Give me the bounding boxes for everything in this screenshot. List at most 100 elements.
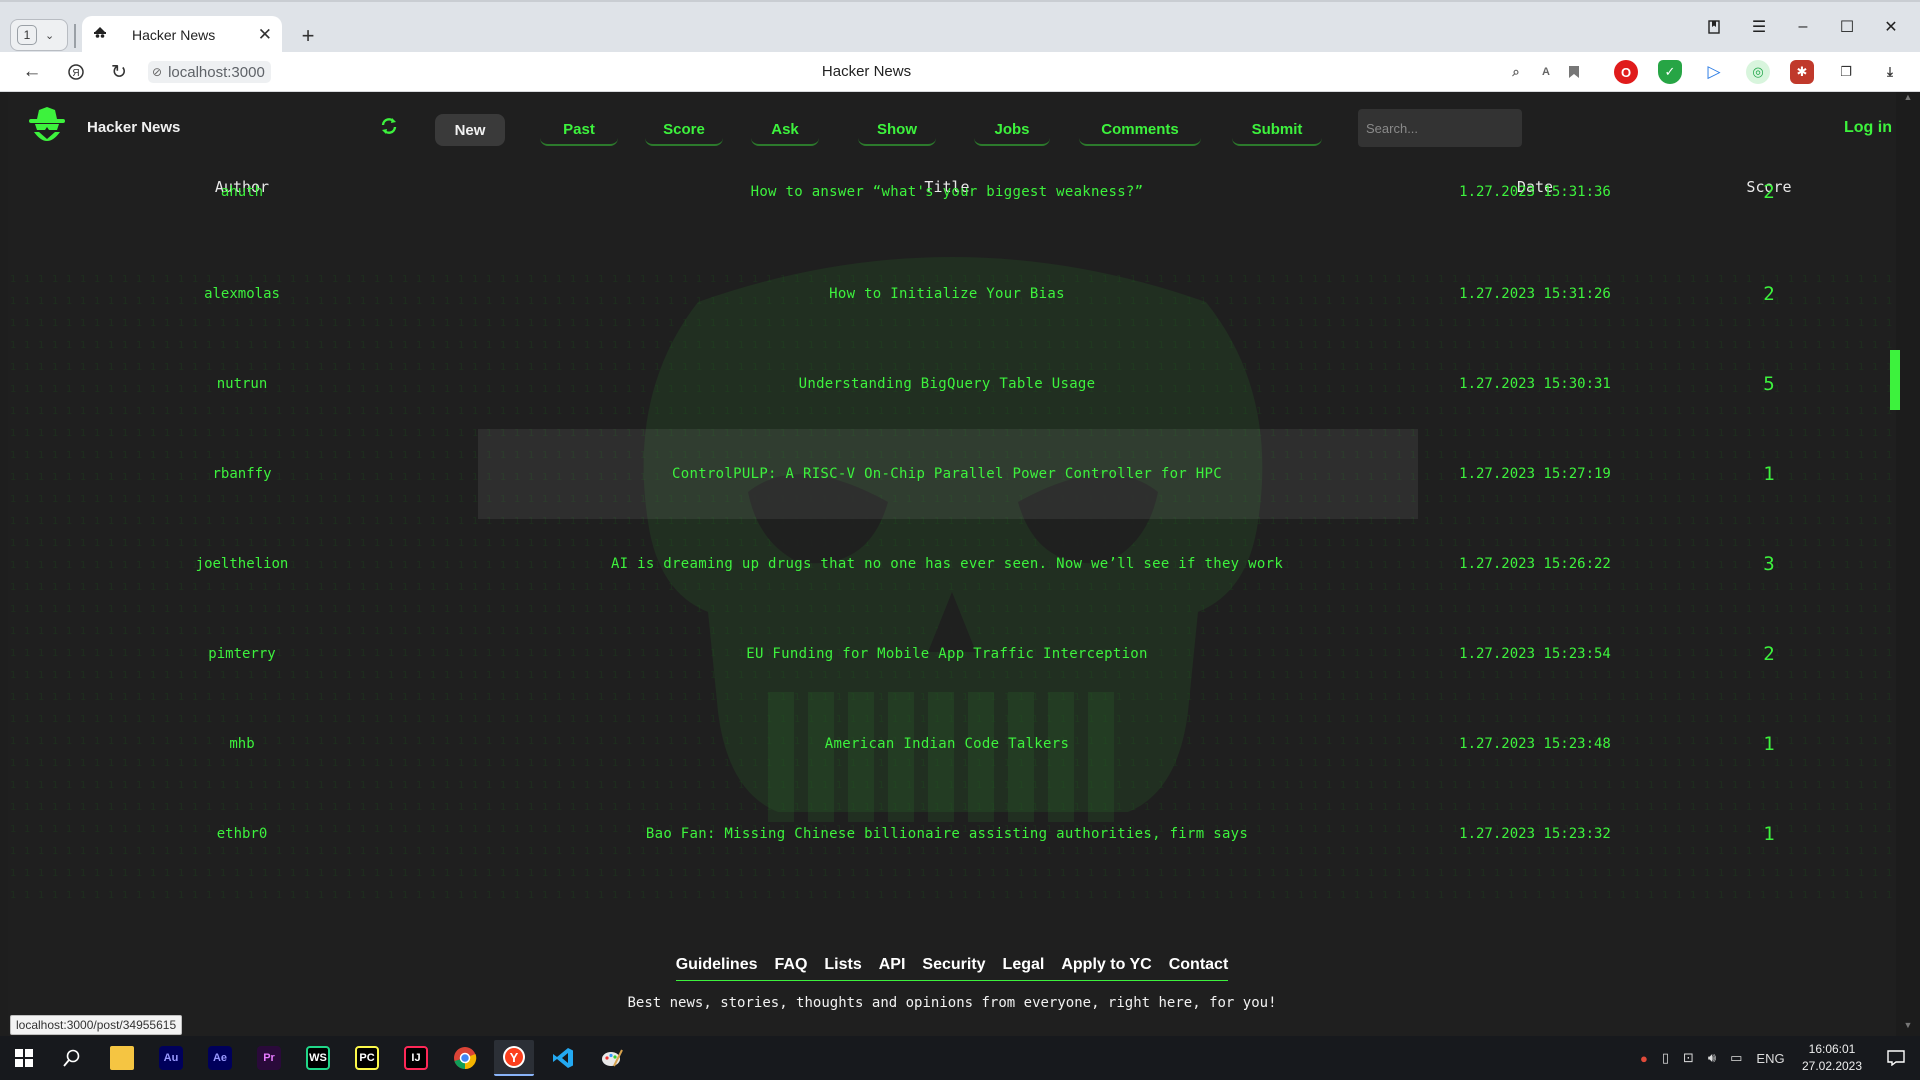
- row-author[interactable]: joelthelion: [196, 519, 289, 609]
- row-score: 1: [1763, 463, 1775, 485]
- nav-show[interactable]: Show: [858, 114, 936, 146]
- footer-link-security[interactable]: Security: [922, 956, 985, 974]
- volume-icon[interactable]: 🔊︎: [1708, 1050, 1716, 1066]
- table-row[interactable]: nutrun Understanding BigQuery Table Usag…: [8, 339, 1896, 429]
- chrome-tray-icon[interactable]: ●: [1640, 1051, 1648, 1066]
- close-window-button[interactable]: ✕: [1875, 14, 1907, 40]
- footer-link-apply[interactable]: Apply to YC: [1061, 956, 1151, 974]
- hacker-logo-icon[interactable]: [26, 106, 68, 146]
- collections-icon[interactable]: ❐: [1834, 60, 1858, 84]
- webstorm-icon[interactable]: WS: [298, 1040, 338, 1076]
- network-icon[interactable]: ▭: [1730, 1050, 1742, 1066]
- nav-comments[interactable]: Comments: [1079, 114, 1201, 146]
- nav-new[interactable]: New: [435, 114, 505, 146]
- row-author[interactable]: rbanffy: [212, 429, 271, 519]
- tab-separator: [74, 24, 76, 48]
- nav-past[interactable]: Past: [540, 114, 618, 146]
- nav-submit[interactable]: Submit: [1232, 114, 1322, 146]
- windows-start-icon[interactable]: [4, 1040, 44, 1076]
- scroll-down-arrow-icon[interactable]: ▼: [1896, 1020, 1920, 1034]
- table-row[interactable]: ahuth How to answer “what's your biggest…: [8, 169, 1896, 259]
- refresh-icon[interactable]: [379, 116, 399, 136]
- table-row[interactable]: pimterry EU Funding for Mobile App Traff…: [8, 609, 1896, 699]
- status-bar-url: localhost:3000/post/34955615: [10, 1015, 183, 1035]
- yandex-browser-icon[interactable]: Y: [494, 1040, 534, 1076]
- row-title-link[interactable]: Understanding BigQuery Table Usage: [799, 339, 1096, 429]
- row-title-link[interactable]: How to Initialize Your Bias: [829, 249, 1065, 339]
- adblock-shield-icon[interactable]: ✓: [1658, 60, 1682, 84]
- footer-link-api[interactable]: API: [879, 956, 906, 974]
- clock[interactable]: 16:06:01 27.02.2023: [1790, 1041, 1874, 1075]
- footer-link-guidelines[interactable]: Guidelines: [676, 956, 758, 974]
- table-row[interactable]: mhb American Indian Code Talkers 1.27.20…: [8, 699, 1896, 789]
- bookmark-icon[interactable]: [1562, 60, 1586, 84]
- search-page-icon[interactable]: ⌕: [1504, 60, 1528, 84]
- circle-extension-icon[interactable]: ◎: [1746, 60, 1770, 84]
- download-icon[interactable]: ⤓: [1878, 60, 1902, 84]
- scrollbar-thumb[interactable]: [1890, 350, 1900, 410]
- row-title-link[interactable]: American Indian Code Talkers: [825, 699, 1069, 789]
- intellij-icon[interactable]: IJ: [396, 1040, 436, 1076]
- row-date: 1.27.2023 15:23:48: [1459, 736, 1611, 752]
- row-title-link[interactable]: EU Funding for Mobile App Traffic Interc…: [746, 609, 1148, 699]
- play-extension-icon[interactable]: ▷: [1702, 60, 1726, 84]
- usb-icon[interactable]: ▯: [1662, 1050, 1669, 1066]
- table-row-hovered[interactable]: rbanffy ControlPULP: A RISC-V On-Chip Pa…: [8, 429, 1896, 519]
- table-row[interactable]: ethbr0 Bao Fan: Missing Chinese billiona…: [8, 789, 1896, 879]
- file-explorer-icon[interactable]: [102, 1040, 142, 1076]
- login-link[interactable]: Log in: [1844, 119, 1892, 137]
- row-title-link[interactable]: How to answer “what's your biggest weakn…: [751, 147, 1144, 237]
- footer-link-lists[interactable]: Lists: [824, 956, 861, 974]
- page-title: Hacker News: [821, 63, 912, 80]
- paint-icon[interactable]: [592, 1040, 632, 1076]
- network-adapter-icon[interactable]: ⊡: [1683, 1050, 1694, 1066]
- row-title-link[interactable]: AI is dreaming up drugs that no one has …: [611, 519, 1283, 609]
- bookmarks-icon[interactable]: [1698, 14, 1730, 40]
- premiere-icon[interactable]: Pr: [249, 1040, 289, 1076]
- close-tab-icon[interactable]: ✕: [258, 25, 272, 45]
- nav-jobs[interactable]: Jobs: [974, 114, 1050, 146]
- row-title-link[interactable]: Bao Fan: Missing Chinese billionaire ass…: [646, 789, 1248, 879]
- row-author[interactable]: mhb: [229, 699, 254, 789]
- vscode-icon[interactable]: [543, 1040, 583, 1076]
- footer-link-faq[interactable]: FAQ: [775, 956, 808, 974]
- nav-ask[interactable]: Ask: [751, 114, 819, 146]
- table-row[interactable]: alexmolas How to Initialize Your Bias 1.…: [8, 249, 1896, 339]
- maximize-button[interactable]: ☐: [1831, 14, 1863, 40]
- scroll-up-arrow-icon[interactable]: ▲: [1896, 92, 1920, 106]
- minimize-button[interactable]: –: [1787, 14, 1819, 40]
- footer-link-contact[interactable]: Contact: [1169, 956, 1229, 974]
- row-author[interactable]: nutrun: [217, 339, 268, 429]
- row-author[interactable]: ahuth: [221, 147, 263, 237]
- opera-extension-icon[interactable]: O: [1614, 60, 1638, 84]
- new-tab-button[interactable]: +: [296, 23, 320, 48]
- page-scrollbar[interactable]: [1896, 92, 1920, 1036]
- browser-tab-active[interactable]: Hacker News ✕: [82, 16, 282, 54]
- clock-date: 27.02.2023: [1801, 1059, 1863, 1073]
- row-author[interactable]: pimterry: [208, 609, 275, 699]
- after-effects-icon[interactable]: Ae: [200, 1040, 240, 1076]
- red-extension-icon[interactable]: ✱: [1790, 60, 1814, 84]
- menu-icon[interactable]: ☰: [1743, 14, 1775, 40]
- row-author[interactable]: ethbr0: [217, 789, 268, 879]
- search-input[interactable]: [1358, 109, 1522, 147]
- nav-score[interactable]: Score: [645, 114, 723, 146]
- row-date: 1.27.2023 15:31:36: [1459, 184, 1611, 200]
- row-title-link[interactable]: ControlPULP: A RISC-V On-Chip Parallel P…: [672, 429, 1222, 519]
- footer-link-legal[interactable]: Legal: [1003, 956, 1045, 974]
- site-brand[interactable]: Hacker News: [87, 119, 180, 136]
- tab-title: Hacker News: [132, 27, 216, 43]
- clock-time: 16:06:01: [1808, 1042, 1856, 1056]
- row-score: 1: [1763, 823, 1775, 845]
- row-author[interactable]: alexmolas: [204, 249, 280, 339]
- notifications-icon[interactable]: [1876, 1040, 1916, 1076]
- pycharm-icon[interactable]: PC: [347, 1040, 387, 1076]
- search-icon[interactable]: [52, 1040, 92, 1076]
- table-row[interactable]: joelthelion AI is dreaming up drugs that…: [8, 519, 1896, 609]
- translate-icon[interactable]: A: [1534, 60, 1558, 84]
- tab-counter-button[interactable]: 1 ⌄: [10, 19, 68, 51]
- language-indicator[interactable]: ENG: [1756, 1051, 1784, 1066]
- chrome-icon[interactable]: [445, 1040, 485, 1076]
- audition-icon[interactable]: Au: [151, 1040, 191, 1076]
- screen: { "browser": { "tab_count": "1", "tab_ti…: [0, 0, 1920, 1080]
